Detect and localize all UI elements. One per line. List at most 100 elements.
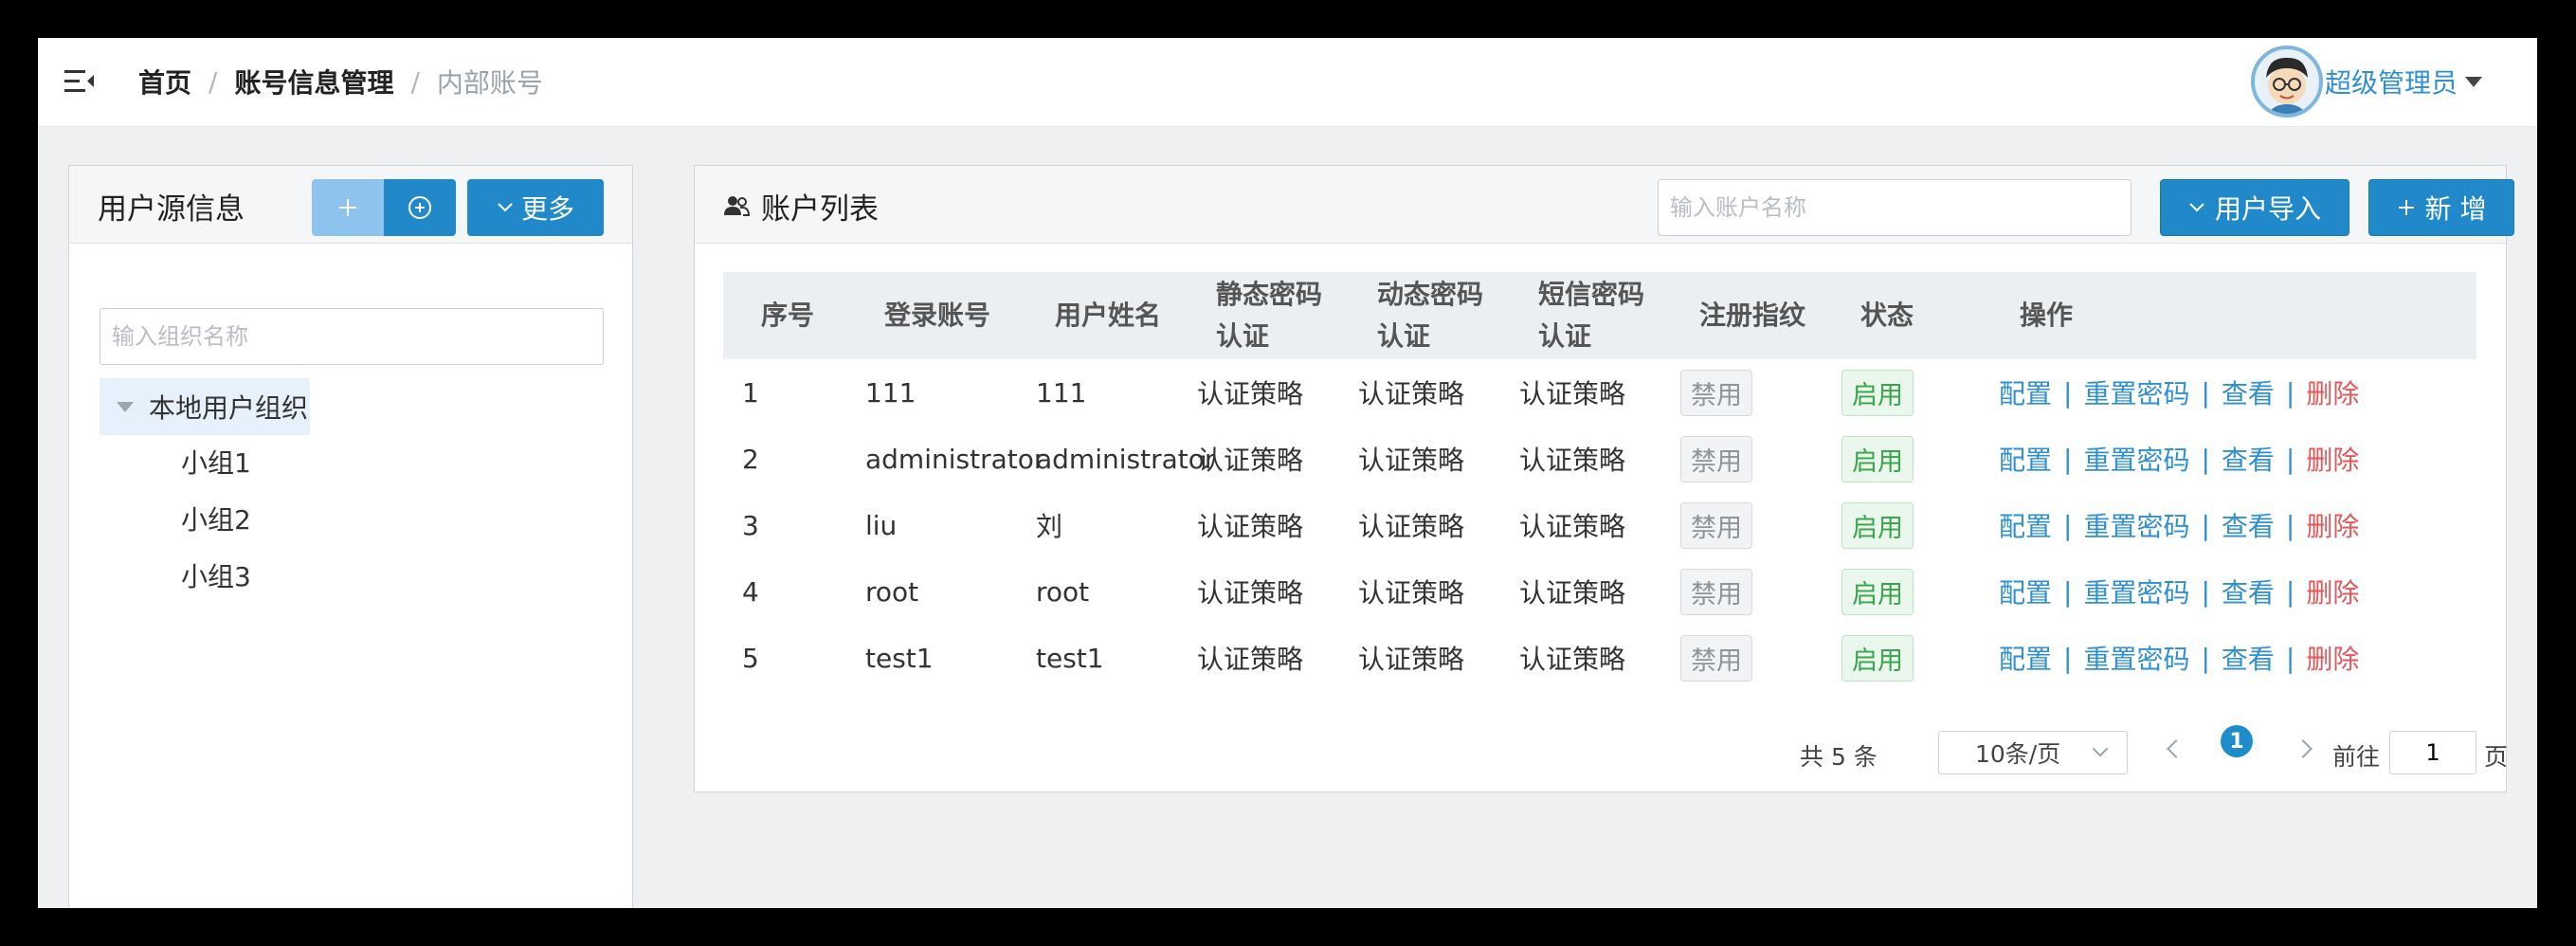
user-import-button[interactable]: 用户导入 bbox=[2160, 179, 2349, 236]
page-suffix: 页 bbox=[2484, 743, 2509, 771]
reset-password-link[interactable]: 重置密码 bbox=[2083, 639, 2189, 677]
delete-link[interactable]: 删除 bbox=[2306, 373, 2359, 411]
delete-link[interactable]: 删除 bbox=[2306, 506, 2359, 544]
cell-fingerprint: 禁用 bbox=[1680, 558, 1752, 625]
user-import-label: 用户导入 bbox=[2214, 193, 2321, 225]
cell-sms: 认证策略 bbox=[1519, 445, 1626, 476]
panel-title: 账户列表 bbox=[761, 192, 879, 227]
cell-name: test1 bbox=[1036, 642, 1104, 674]
fingerprint-disabled-tag[interactable]: 禁用 bbox=[1680, 568, 1752, 615]
cell-status: 启用 bbox=[1841, 625, 1914, 691]
cell-index: 4 bbox=[742, 575, 759, 608]
view-link[interactable]: 查看 bbox=[2222, 506, 2275, 544]
user-menu[interactable]: 超级管理员 bbox=[2250, 42, 2482, 121]
row-actions: 配置 | 重置密码 | 查看 | 删除 bbox=[1999, 373, 2359, 411]
view-link[interactable]: 查看 bbox=[2222, 639, 2275, 677]
col-sms-password-line1: 短信密码 bbox=[1538, 279, 1645, 310]
prev-page-icon[interactable] bbox=[2167, 739, 2186, 758]
add-child-button[interactable] bbox=[384, 179, 456, 236]
config-link[interactable]: 配置 bbox=[1999, 639, 2052, 677]
config-link[interactable]: 配置 bbox=[1999, 373, 2052, 411]
cell-actions: 配置 | 重置密码 | 查看 | 删除 bbox=[1999, 558, 2359, 625]
app-window: 首页 / 账号信息管理 / 内部账号 超级管理员 用户源信息 更多 输入组织名称… bbox=[38, 38, 2537, 908]
cell-account: root bbox=[865, 575, 919, 608]
row-actions: 配置 | 重置密码 | 查看 | 删除 bbox=[1999, 639, 2359, 677]
action-separator: | bbox=[2063, 575, 2073, 608]
config-link[interactable]: 配置 bbox=[1999, 506, 2052, 544]
cell-account: administrator bbox=[865, 443, 1045, 475]
col-account: 登录账号 bbox=[884, 300, 991, 331]
cell-fingerprint: 禁用 bbox=[1680, 625, 1752, 691]
next-page-icon[interactable] bbox=[2294, 739, 2313, 758]
view-link[interactable]: 查看 bbox=[2222, 573, 2275, 610]
status-enabled-tag[interactable]: 启用 bbox=[1841, 369, 1914, 416]
pagination: 共 5 条 10条/页 1 前往 页 bbox=[695, 725, 2509, 774]
cell-sms: 认证策略 bbox=[1519, 644, 1626, 675]
cell-status: 启用 bbox=[1841, 492, 1914, 558]
cell-actions: 配置 | 重置密码 | 查看 | 删除 bbox=[1999, 625, 2359, 691]
top-header: 首页 / 账号信息管理 / 内部账号 超级管理员 bbox=[38, 38, 2537, 127]
table-row: 3 liu 刘 认证策略 认证策略 认证策略 禁用 启用 配置 | 重置密码 | 查看 | 删除 bbox=[723, 492, 2476, 558]
cell-status: 启用 bbox=[1841, 426, 1914, 492]
tree-expand-icon[interactable] bbox=[117, 401, 134, 412]
view-link[interactable]: 查看 bbox=[2222, 440, 2275, 478]
breadcrumb-account-management[interactable]: 账号信息管理 bbox=[234, 63, 393, 100]
reset-password-link[interactable]: 重置密码 bbox=[2083, 506, 2189, 544]
avatar bbox=[2250, 45, 2323, 118]
status-enabled-tag[interactable]: 启用 bbox=[1841, 568, 1914, 615]
fingerprint-disabled-tag[interactable]: 禁用 bbox=[1680, 634, 1752, 682]
action-separator: | bbox=[2285, 376, 2295, 409]
table-header: 序号 登录账号 用户姓名 静态密码 认证 动态密码 认证 短信密码 认证 注册指… bbox=[723, 272, 2476, 359]
fingerprint-disabled-tag[interactable]: 禁用 bbox=[1680, 435, 1752, 482]
breadcrumb: 首页 / 账号信息管理 / 内部账号 bbox=[138, 63, 543, 100]
user-name[interactable]: 超级管理员 bbox=[2325, 63, 2458, 100]
col-sms-password: 短信密码 认证 bbox=[1538, 272, 1644, 359]
cell-dynamic: 认证策略 bbox=[1358, 511, 1465, 542]
breadcrumb-home[interactable]: 首页 bbox=[138, 63, 191, 100]
tree-node-group1[interactable]: 小组1 bbox=[181, 443, 251, 481]
page-number-current[interactable]: 1 bbox=[2221, 725, 2253, 757]
menu-toggle-icon[interactable] bbox=[63, 64, 97, 99]
config-link[interactable]: 配置 bbox=[1999, 573, 2052, 610]
goto-page-input[interactable] bbox=[2389, 731, 2476, 774]
cell-sms: 认证策略 bbox=[1519, 378, 1626, 409]
reset-password-link[interactable]: 重置密码 bbox=[2083, 373, 2189, 411]
fingerprint-disabled-tag[interactable]: 禁用 bbox=[1680, 501, 1752, 549]
delete-link[interactable]: 删除 bbox=[2306, 639, 2359, 677]
col-index: 序号 bbox=[761, 300, 815, 331]
action-separator: | bbox=[2201, 443, 2210, 475]
cell-fingerprint: 禁用 bbox=[1680, 359, 1752, 426]
cell-fingerprint: 禁用 bbox=[1680, 492, 1752, 558]
col-status: 状态 bbox=[1860, 300, 1914, 331]
col-sms-password-line2: 认证 bbox=[1538, 320, 1592, 352]
action-separator: | bbox=[2201, 509, 2210, 541]
breadcrumb-separator: / bbox=[410, 65, 420, 98]
org-search-input[interactable] bbox=[100, 308, 604, 365]
caret-down-icon[interactable] bbox=[2465, 76, 2482, 87]
page-size-select[interactable]: 10条/页 bbox=[1938, 731, 2128, 774]
status-enabled-tag[interactable]: 启用 bbox=[1841, 634, 1914, 682]
circle-plus-icon bbox=[408, 196, 431, 219]
tree-root-node[interactable]: 本地用户组织 bbox=[100, 378, 310, 435]
status-enabled-tag[interactable]: 启用 bbox=[1841, 435, 1914, 482]
col-dynamic-password-line2: 认证 bbox=[1377, 320, 1431, 352]
add-account-button[interactable]: 新 增 bbox=[2368, 179, 2514, 236]
config-link[interactable]: 配置 bbox=[1999, 440, 2052, 478]
cell-status: 启用 bbox=[1841, 359, 1914, 426]
status-enabled-tag[interactable]: 启用 bbox=[1841, 501, 1914, 549]
delete-link[interactable]: 删除 bbox=[2306, 440, 2359, 478]
view-link[interactable]: 查看 bbox=[2222, 373, 2275, 411]
tree-node-group3[interactable]: 小组3 bbox=[181, 556, 251, 594]
more-button[interactable]: 更多 bbox=[467, 179, 604, 236]
add-source-button[interactable] bbox=[312, 179, 384, 236]
col-actions: 操作 bbox=[2020, 300, 2074, 331]
delete-link[interactable]: 删除 bbox=[2306, 573, 2359, 610]
tree-node-group2[interactable]: 小组2 bbox=[181, 500, 251, 537]
reset-password-link[interactable]: 重置密码 bbox=[2083, 573, 2189, 610]
reset-password-link[interactable]: 重置密码 bbox=[2083, 440, 2189, 478]
account-search-input[interactable] bbox=[1658, 179, 2132, 236]
cell-fingerprint: 禁用 bbox=[1680, 426, 1752, 492]
fingerprint-disabled-tag[interactable]: 禁用 bbox=[1680, 369, 1752, 416]
action-separator: | bbox=[2201, 575, 2210, 608]
panel-title: 用户源信息 bbox=[98, 192, 245, 227]
